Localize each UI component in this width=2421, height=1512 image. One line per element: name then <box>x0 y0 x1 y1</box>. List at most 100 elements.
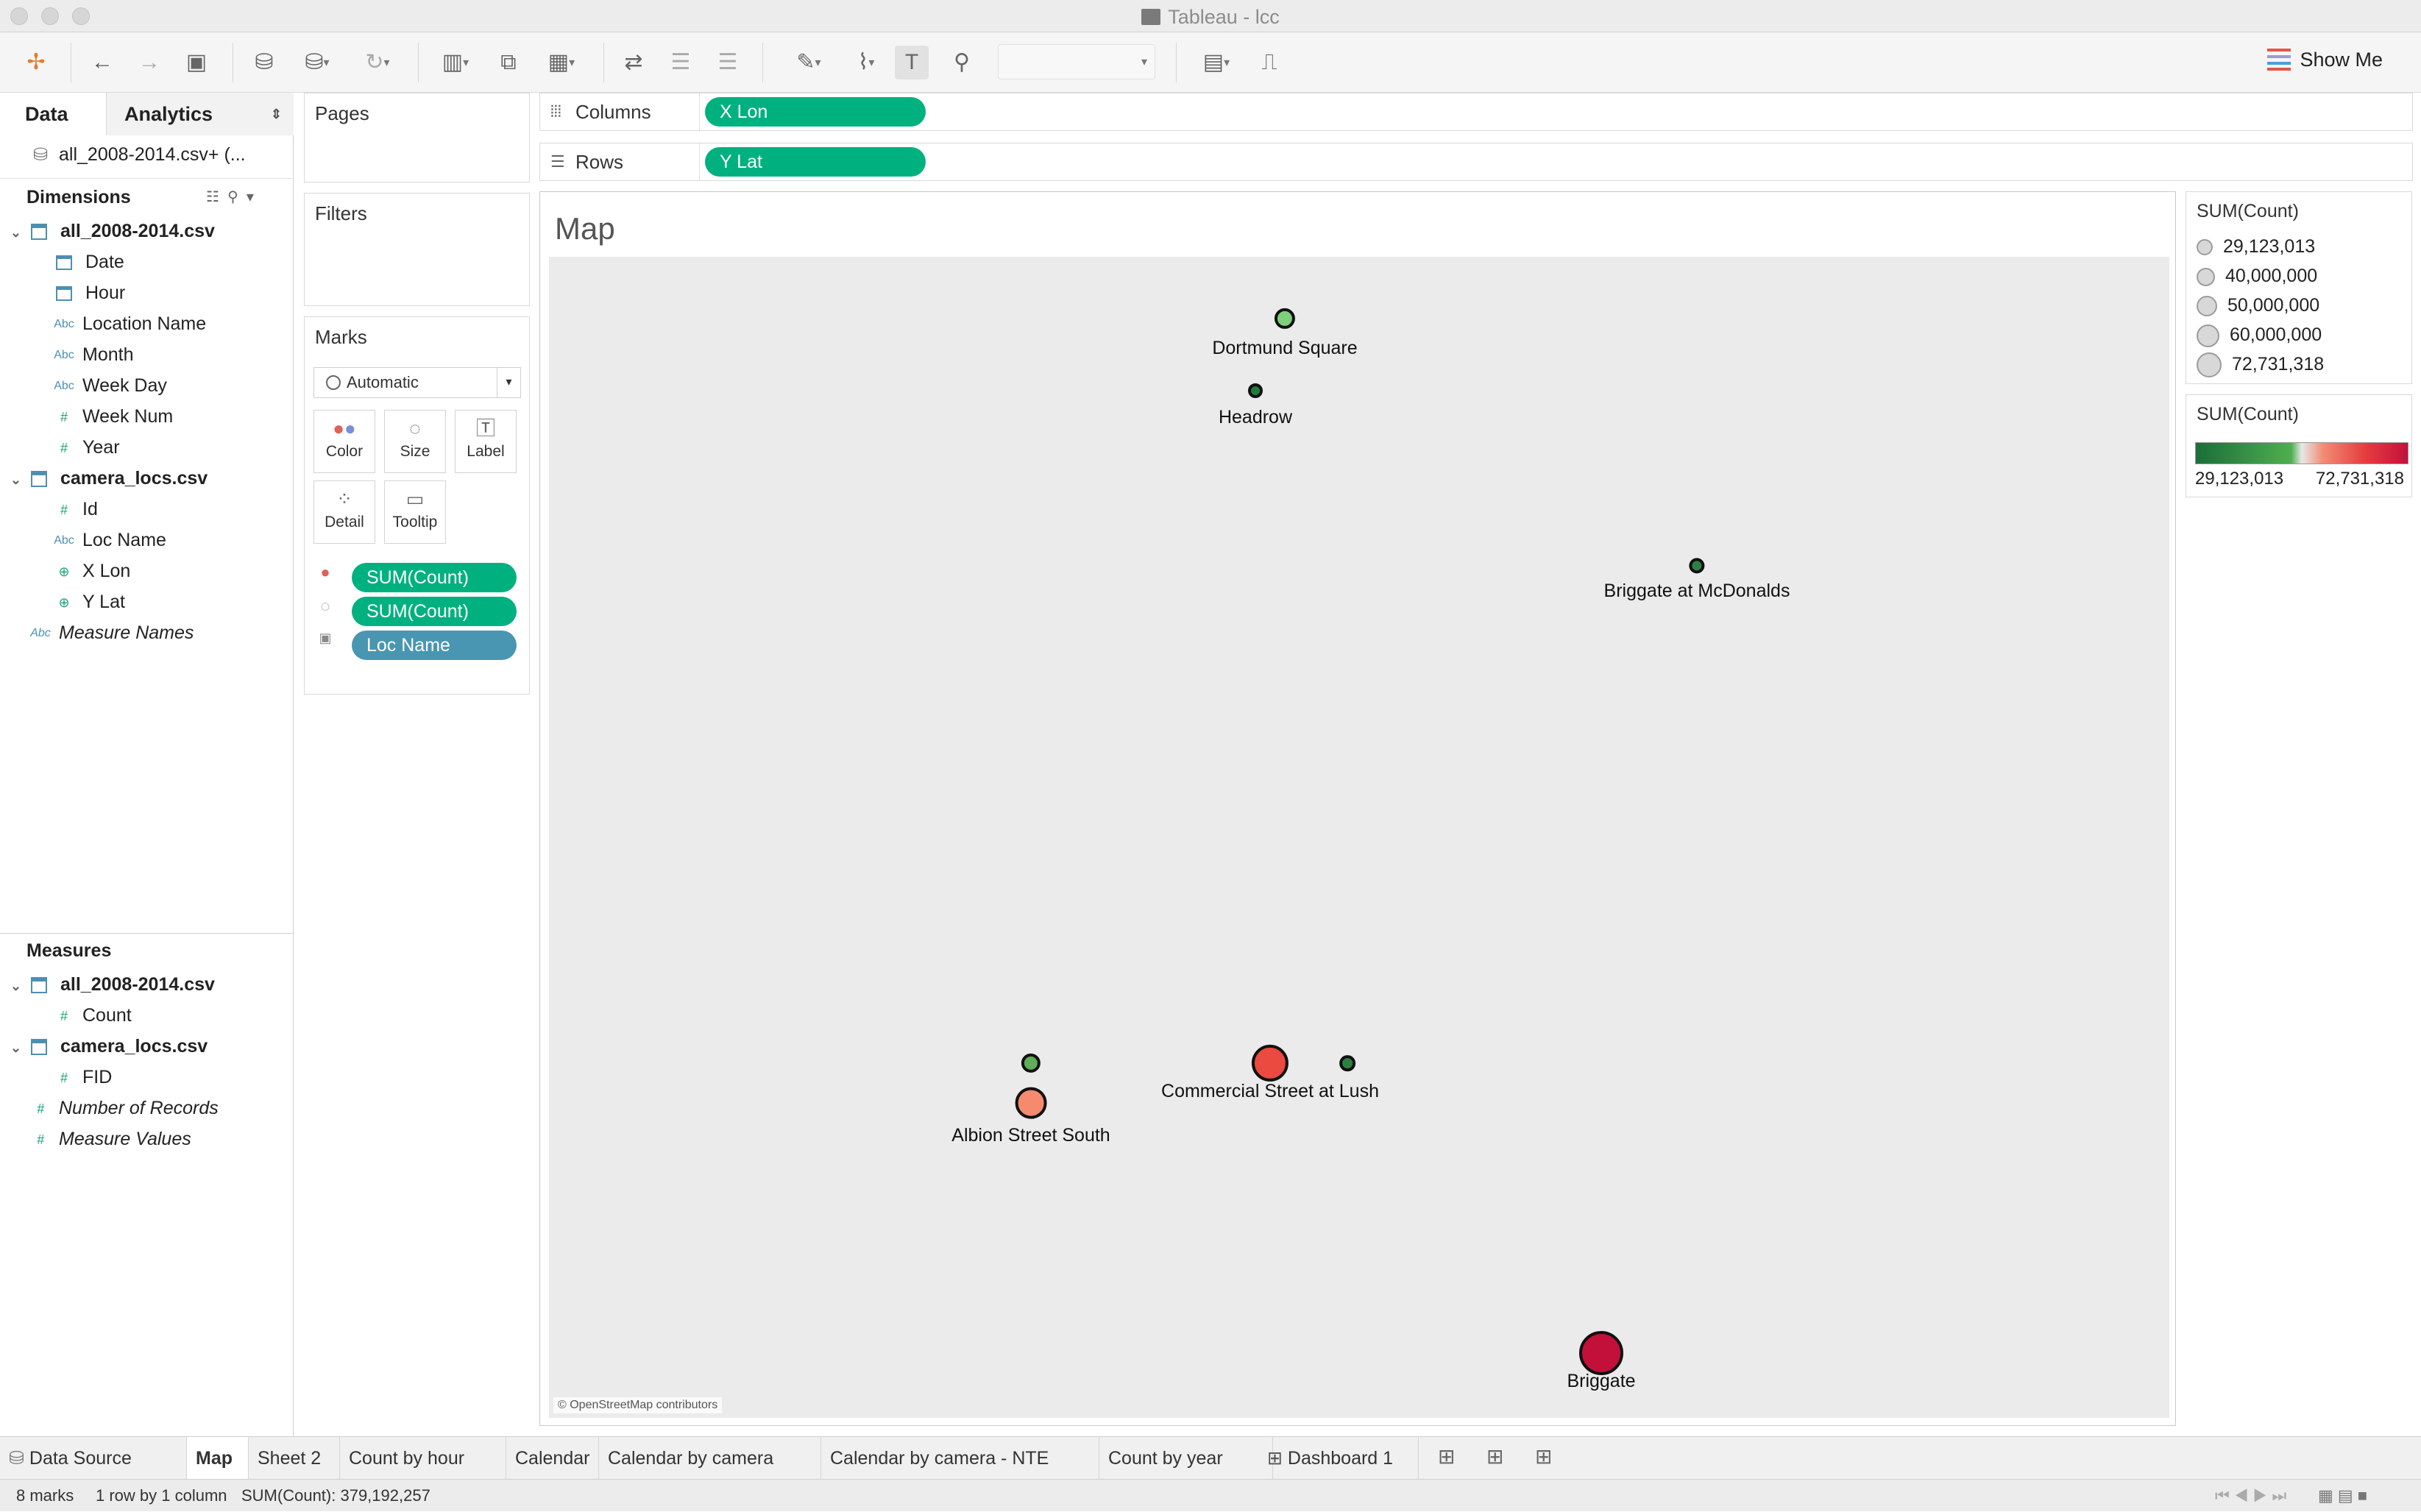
new-data-source-icon[interactable]: ⛁ <box>247 46 281 79</box>
y-lat-pill[interactable]: Y Lat <box>705 147 926 177</box>
fix-axes-icon[interactable]: ⚲ <box>945 46 979 79</box>
chevron-down-icon[interactable]: ⌄ <box>10 465 28 494</box>
size-legend[interactable]: SUM(Count) 29,123,013 40,000,000 50,000,00… <box>2186 191 2412 384</box>
refresh-icon[interactable]: ↻▾ <box>353 46 402 79</box>
new-story-icon[interactable]: ⊞ <box>1535 1444 1552 1469</box>
map-mark[interactable] <box>1021 1053 1041 1073</box>
map-attribution: © OpenStreetMap contributors <box>553 1397 723 1413</box>
tab-sheet[interactable]: Map <box>187 1437 249 1480</box>
dimensions-header-icons[interactable]: ☷ ⚲ ▾ <box>206 182 254 212</box>
map-mark[interactable] <box>1015 1087 1047 1119</box>
tab-sheet[interactable]: Count by hour <box>340 1437 506 1480</box>
map-mark[interactable] <box>1339 1055 1355 1071</box>
field-item[interactable]: # FID <box>53 1062 112 1092</box>
swap-rows-columns-icon[interactable]: ⇄ <box>617 46 651 79</box>
size-button[interactable]: ◌ Size <box>384 410 446 473</box>
field-measure-names[interactable]: Abc Measure Names <box>29 618 194 647</box>
tab-sheet[interactable]: Calendar by camera - NTE <box>821 1437 1099 1480</box>
columns-shelf[interactable]: ⦙⦙⦙ Columns X Lon <box>539 93 2413 131</box>
label-pill[interactable]: Loc Name <box>352 631 517 660</box>
field-item[interactable]: Hour <box>53 278 125 308</box>
color-legend[interactable]: SUM(Count) 29,123,013 72,731,318 <box>2186 394 2412 497</box>
field-item[interactable]: Abc Location Name <box>53 309 206 338</box>
size-legend-item[interactable]: 29,123,013 <box>2197 232 2315 261</box>
show-mark-labels-icon[interactable]: T <box>895 46 929 79</box>
detail-button[interactable]: ⁘ Detail <box>313 480 375 544</box>
rows-shelf[interactable]: ☰ Rows Y Lat <box>539 143 2413 181</box>
show-cards-icon[interactable]: ▤▾ <box>1191 46 1242 79</box>
highlight-icon[interactable]: ✎▾ <box>783 46 834 79</box>
duplicate-sheet-icon[interactable]: ⧉ <box>492 46 525 79</box>
new-worksheet-icon[interactable]: ▥▾ <box>430 46 481 79</box>
size-legend-item[interactable]: 72,731,318 <box>2197 349 2324 379</box>
tab-sheet[interactable]: ⛁ Data Source <box>0 1437 187 1480</box>
pane-splitter[interactable] <box>0 933 294 934</box>
show-me-button[interactable]: Show Me <box>2267 49 2383 71</box>
field-item[interactable]: # Id <box>53 494 98 524</box>
view-list-icon[interactable]: ☷ <box>206 189 219 205</box>
field-item[interactable]: Abc Month <box>53 340 133 369</box>
pages-card[interactable]: Pages <box>304 93 530 182</box>
field-item[interactable]: Abc Loc Name <box>53 525 166 555</box>
clear-sheet-icon[interactable]: ▦▾ <box>536 46 587 79</box>
layout-toggle-icons[interactable]: ▦ ▤ ■ <box>2318 1480 2367 1512</box>
tab-analytics[interactable]: Analytics ⇕ <box>107 93 294 135</box>
map-mark[interactable] <box>1689 558 1705 574</box>
field-item[interactable]: Abc Week Day <box>53 371 167 400</box>
tab-sheet[interactable]: Count by year <box>1099 1437 1273 1480</box>
table-header[interactable]: ⌄ camera_locs.csv <box>10 464 208 493</box>
datasource-item[interactable]: ⛁ all_2008-2014.csv+ (... <box>29 140 246 169</box>
tab-sheet[interactable]: Sheet 2 <box>249 1437 340 1480</box>
redo-icon[interactable]: → <box>132 46 166 79</box>
chevron-down-icon[interactable]: ▾ <box>247 189 254 205</box>
chevron-down-icon[interactable]: ⌄ <box>10 971 28 1001</box>
table-header[interactable]: ⌄ all_2008-2014.csv <box>10 216 215 246</box>
map-mark[interactable] <box>1248 383 1263 398</box>
field-item[interactable]: # Year <box>53 433 120 462</box>
filters-card[interactable]: Filters <box>304 193 530 306</box>
field-item[interactable]: Date <box>53 247 124 277</box>
field-number-of-records[interactable]: # Number of Records <box>29 1093 219 1123</box>
mark-type-dropdown[interactable]: Automatic ▾ <box>313 367 521 398</box>
sort-descending-icon[interactable]: ☰ <box>711 46 745 79</box>
size-pill[interactable]: SUM(Count) <box>352 597 517 626</box>
table-header[interactable]: ⌄ all_2008-2014.csv <box>10 970 215 999</box>
size-legend-item[interactable]: 50,000,000 <box>2197 291 2319 320</box>
map-mark[interactable] <box>1251 1044 1289 1082</box>
map[interactable]: Dortmund Square Headrow Briggate at McDona… <box>549 257 2169 1418</box>
color-button[interactable]: ●● Color <box>313 410 375 473</box>
table-header[interactable]: ⌄ camera_locs.csv <box>10 1032 208 1061</box>
size-legend-item[interactable]: 40,000,000 <box>2197 261 2317 291</box>
search-icon[interactable]: ⚲ <box>227 189 238 205</box>
tab-sheet[interactable]: Calendar <box>506 1437 599 1480</box>
map-mark[interactable] <box>1579 1331 1623 1375</box>
field-item[interactable]: # Count <box>53 1001 132 1030</box>
chevron-down-icon[interactable]: ⌄ <box>10 1033 28 1062</box>
sort-ascending-icon[interactable]: ☰ <box>664 46 698 79</box>
pause-updates-icon[interactable]: ⛁▾ <box>293 46 341 79</box>
undo-icon[interactable]: ← <box>85 46 119 79</box>
presentation-mode-icon[interactable]: ⎍ <box>1252 46 1286 79</box>
size-legend-item[interactable]: 60,000,000 <box>2197 320 2322 349</box>
new-worksheet-icon[interactable]: ⊞ <box>1438 1444 1455 1469</box>
new-dashboard-icon[interactable]: ⊞ <box>1486 1444 1503 1469</box>
chevron-down-icon[interactable]: ⌄ <box>10 218 28 247</box>
fit-dropdown[interactable]: ▾ <box>998 44 1155 79</box>
tooltip-button[interactable]: ▭ Tooltip <box>384 480 446 544</box>
field-item[interactable]: ⊕ X Lon <box>53 556 130 586</box>
sheet-navigation-icons[interactable]: ⏮ ◀ ▶ ⏭ <box>2215 1480 2286 1512</box>
tab-data[interactable]: Data <box>0 93 107 135</box>
x-lon-pill[interactable]: X Lon <box>705 97 926 127</box>
field-measure-values[interactable]: # Measure Values <box>29 1124 191 1154</box>
group-members-icon[interactable]: ⌇▾ <box>840 46 892 79</box>
map-mark[interactable] <box>1274 308 1296 330</box>
field-item[interactable]: ⊕ Y Lat <box>53 587 124 617</box>
label-button[interactable]: 🅃 Label <box>455 410 517 473</box>
color-pill[interactable]: SUM(Count) <box>352 563 517 592</box>
view-title[interactable]: Map <box>555 211 615 246</box>
tableau-logo-icon[interactable]: ✢ <box>19 46 53 79</box>
tab-sheet[interactable]: Calendar by camera <box>599 1437 821 1480</box>
tab-sheet[interactable]: ⊞ Dashboard 1 <box>1258 1437 1419 1480</box>
save-icon[interactable]: ▣ <box>180 46 213 79</box>
field-item[interactable]: # Week Num <box>53 402 173 431</box>
